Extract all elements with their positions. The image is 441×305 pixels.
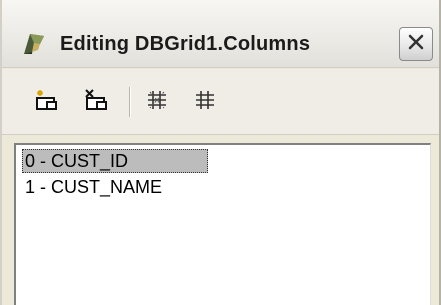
delete-selected-icon: [83, 88, 109, 117]
column-label: 1 - CUST_NAME: [25, 177, 163, 197]
column-label: 0 - CUST_ID: [25, 151, 129, 171]
close-button[interactable]: [399, 27, 433, 61]
restore-defaults-button[interactable]: [191, 89, 219, 115]
add-all-fields-button[interactable]: [143, 89, 171, 115]
add-new-button[interactable]: [32, 89, 60, 115]
toolbar: [2, 69, 439, 135]
add-new-icon: [33, 88, 59, 117]
add-all-fields-icon: [145, 88, 169, 117]
column-editor-window: Editing DBGrid1.Columns 0 - CUST_ID 1 - …: [0, 0, 441, 305]
delete-selected-button[interactable]: [82, 88, 110, 117]
delphi-helmet-icon: [20, 30, 48, 58]
window-title: Editing DBGrid1.Columns: [60, 33, 311, 55]
close-icon: [406, 32, 426, 57]
list-item[interactable]: 0 - CUST_ID: [22, 149, 208, 173]
toolbar-separator: [129, 87, 131, 117]
title-bar[interactable]: Editing DBGrid1.Columns: [2, 0, 439, 68]
restore-defaults-icon: [193, 88, 217, 117]
columns-list[interactable]: 0 - CUST_ID 1 - CUST_NAME: [14, 143, 431, 305]
list-item[interactable]: 1 - CUST_NAME: [22, 175, 165, 199]
